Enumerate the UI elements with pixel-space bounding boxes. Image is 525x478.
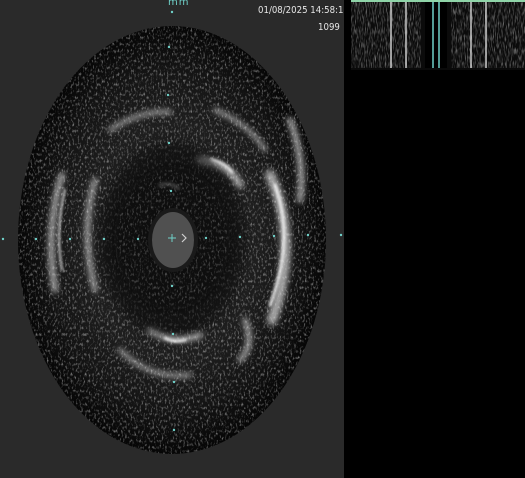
scale-unit-label: mm — [168, 0, 190, 8]
catheter-core — [152, 212, 194, 268]
cross-section-panel: mm 01/08/2025 14:58:11 1099 — [0, 0, 344, 478]
longitudinal-view-thumbnail[interactable] — [351, 0, 525, 70]
ivus-cross-section-image — [1, 10, 343, 454]
frame-number: 1099 — [318, 22, 340, 33]
longitudinal-view-image — [351, 2, 525, 68]
timestamp: 01/08/2025 14:58:11 — [258, 5, 344, 16]
